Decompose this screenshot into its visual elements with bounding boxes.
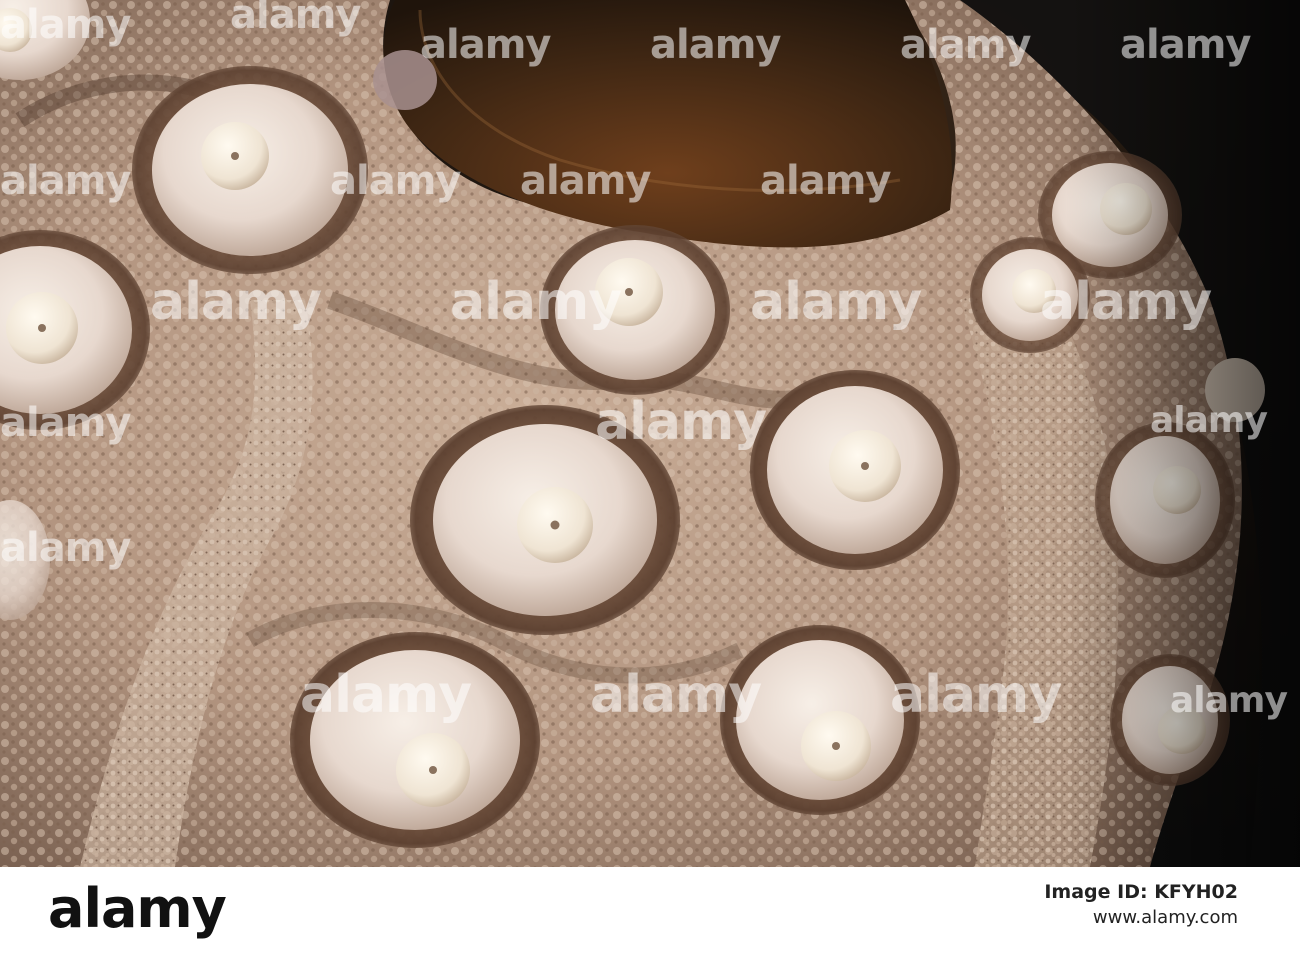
brand-logo: alamy xyxy=(48,877,227,940)
sea-urchin-photo xyxy=(0,0,1300,867)
photo-frame: alamy alamy alamy alamy alamy alamy alam… xyxy=(0,0,1300,956)
website-label: www.alamy.com xyxy=(1092,907,1238,928)
footer-bar: alamy Image ID: KFYH02 www.alamy.com xyxy=(0,867,1300,956)
image-id-label: Image ID: KFYH02 xyxy=(1044,881,1238,903)
image-meta: Image ID: KFYH02 www.alamy.com xyxy=(1044,879,1238,931)
